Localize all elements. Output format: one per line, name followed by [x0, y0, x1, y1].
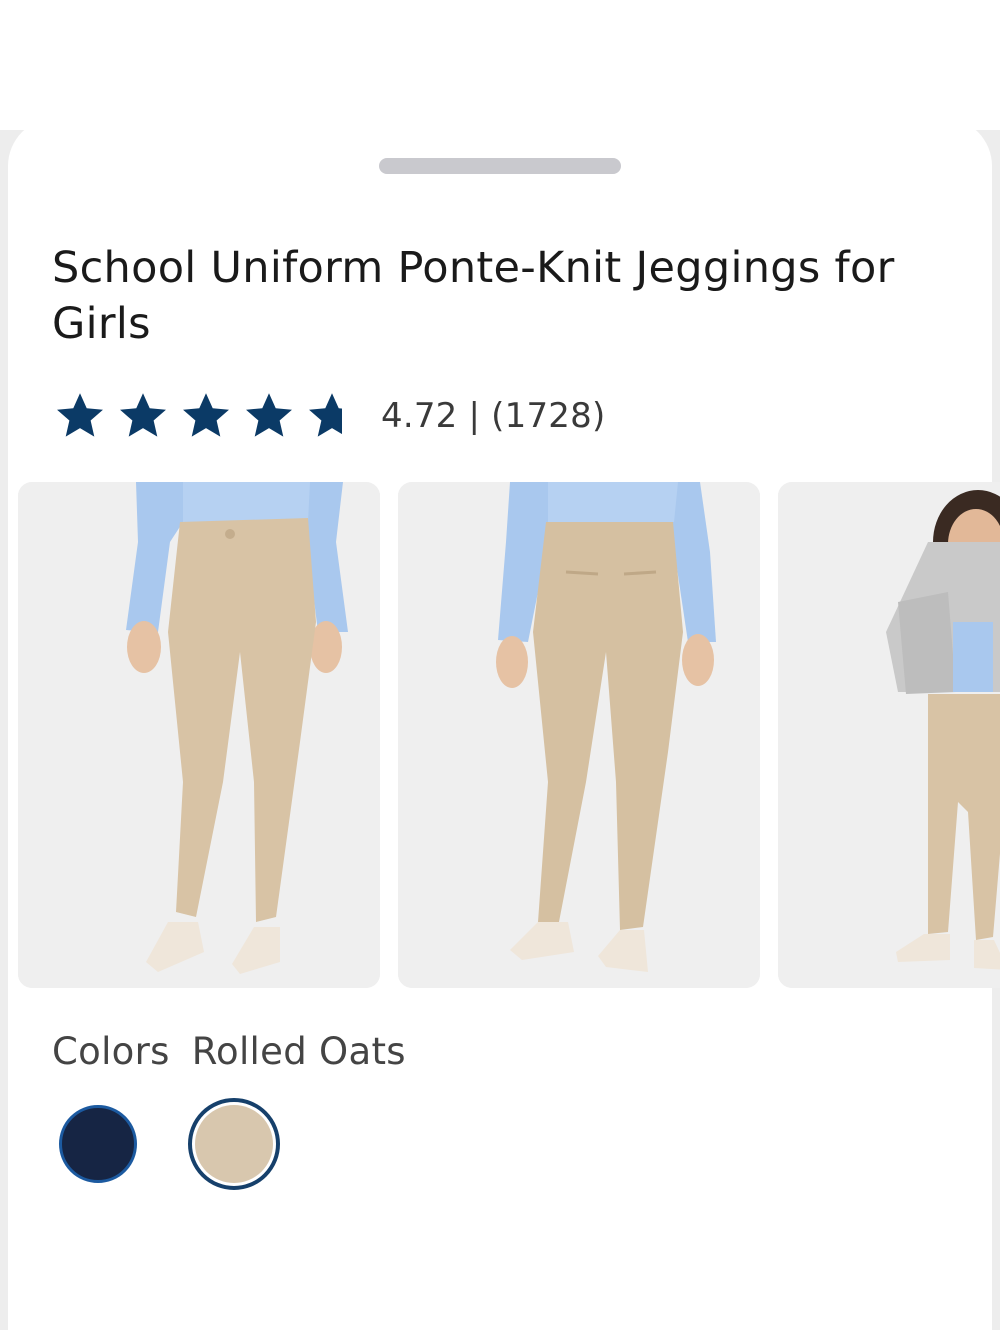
product-image-model[interactable] — [778, 482, 1000, 988]
selected-color-name: Rolled Oats — [191, 1030, 406, 1073]
rating-summary: 4.72 | (1728) — [381, 396, 606, 436]
product-image-carousel[interactable] — [18, 482, 1000, 988]
rating-row[interactable]: 4.72 | (1728) — [52, 388, 605, 444]
colors-label: Colors — [52, 1030, 170, 1073]
star-icon — [115, 390, 171, 442]
star-icon — [52, 390, 108, 442]
colors-label-row: Colors Rolled Oats — [52, 1030, 406, 1073]
swatch-rolled-oats[interactable] — [188, 1098, 280, 1190]
star-icon — [241, 390, 297, 442]
sheet-grab-handle[interactable] — [379, 158, 621, 174]
color-swatches — [52, 1098, 324, 1190]
product-image-back[interactable] — [398, 482, 760, 988]
star-icon — [178, 390, 234, 442]
swatch-fill — [59, 1105, 137, 1183]
star-rating — [52, 390, 367, 442]
product-title: School Uniform Ponte-Knit Jeggings for G… — [52, 243, 895, 349]
swatch-fill — [195, 1105, 273, 1183]
swatch-navy[interactable] — [52, 1098, 144, 1190]
star-half-icon — [304, 390, 360, 442]
product-image-front[interactable] — [18, 482, 380, 988]
